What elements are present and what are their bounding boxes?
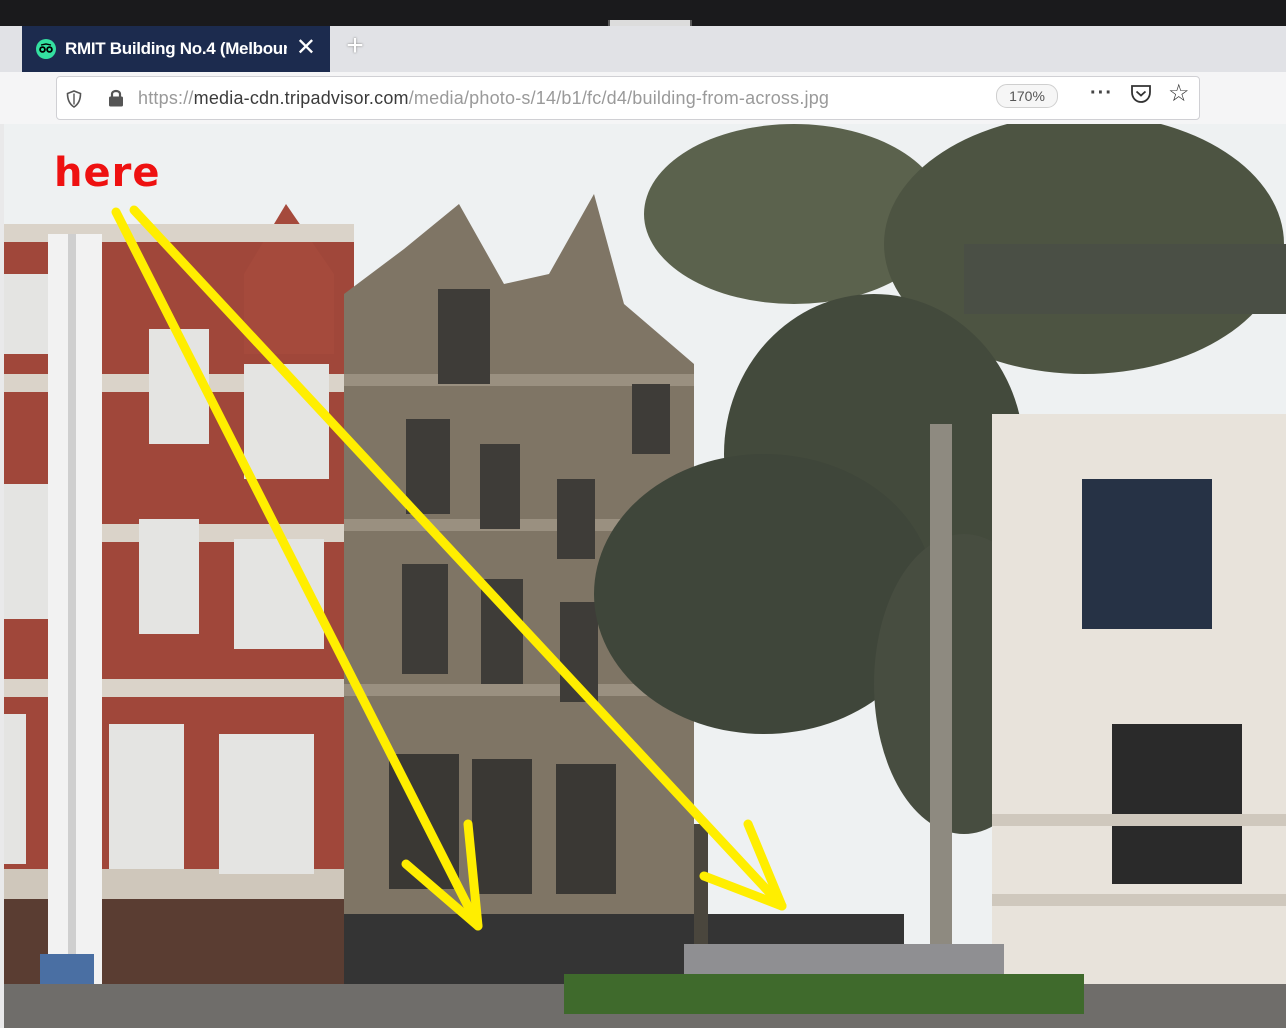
shield-icon[interactable] xyxy=(66,90,82,113)
zoom-indicator[interactable]: 170% xyxy=(996,84,1058,108)
star-icon[interactable]: ☆ xyxy=(1168,82,1190,106)
new-tab-button[interactable]: + xyxy=(340,30,370,62)
white-pole xyxy=(40,234,102,1028)
tab-title: RMIT Building No.4 (Melbourn xyxy=(65,39,287,58)
building-photo xyxy=(4,124,1286,1028)
browser-window: RMIT Building No.4 (Melbourn ✕ + https:/… xyxy=(0,0,1286,1028)
tripadvisor-owl-icon xyxy=(36,39,56,59)
pocket-icon[interactable] xyxy=(1130,84,1152,109)
tab-active[interactable]: RMIT Building No.4 (Melbourn ✕ xyxy=(22,26,330,72)
url-path: /media/photo-s/14/b1/fc/d4/building-from… xyxy=(408,88,830,108)
photo-illustration xyxy=(4,124,1286,1028)
annotation-label: here xyxy=(54,150,161,196)
url-host: media-cdn.tripadvisor.com xyxy=(193,88,409,108)
url-text[interactable]: https://media-cdn.tripadvisor.com/media/… xyxy=(138,88,829,109)
tab-close-icon[interactable]: ✕ xyxy=(296,36,316,60)
lock-icon[interactable] xyxy=(107,88,125,113)
url-scheme: https:// xyxy=(138,88,194,108)
more-actions-icon[interactable]: ··· xyxy=(1090,82,1113,105)
